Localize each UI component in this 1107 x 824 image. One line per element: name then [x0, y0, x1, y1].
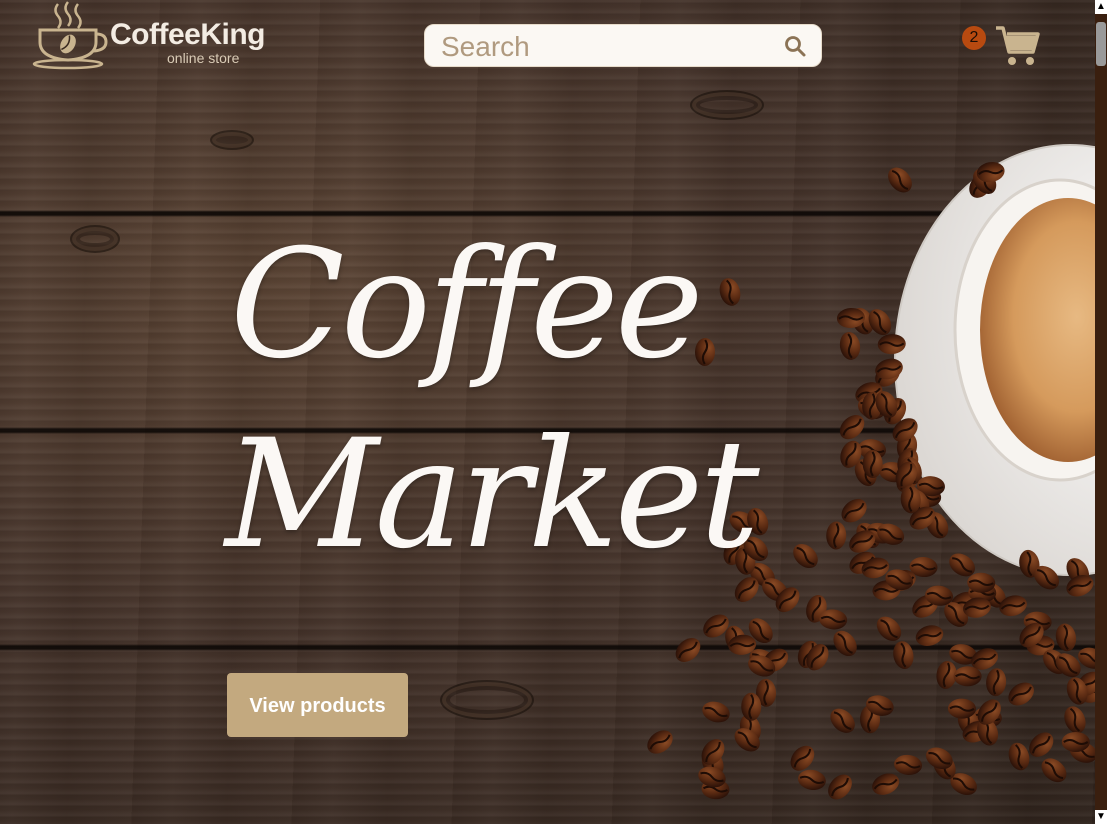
wood-knot	[440, 680, 534, 720]
logo[interactable]: CoffeeKing online store	[32, 0, 292, 70]
hero-title-line2: Market	[225, 408, 760, 582]
search-input[interactable]	[439, 29, 773, 65]
scroll-thumb[interactable]	[1096, 22, 1106, 66]
cart[interactable]: 2	[962, 24, 1042, 68]
view-products-button[interactable]: View products	[227, 673, 408, 737]
coffee-cup-logo-icon	[32, 1, 108, 70]
brand-name: CoffeeKing	[110, 18, 266, 51]
scroll-up-arrow-icon[interactable]: ▲	[1095, 0, 1107, 14]
hero-title-line1: Coffee	[230, 218, 704, 392]
brand-tagline: online store	[167, 50, 240, 66]
cart-count-badge: 2	[962, 26, 986, 50]
vertical-scrollbar[interactable]: ▲ ▼	[1095, 0, 1107, 824]
scroll-down-arrow-icon[interactable]: ▼	[1095, 810, 1107, 824]
search-icon[interactable]	[783, 34, 807, 58]
wood-knot	[210, 130, 254, 150]
shopping-cart-icon[interactable]	[994, 24, 1040, 68]
wood-knot	[690, 90, 764, 120]
search-bar	[424, 24, 822, 67]
wood-knot	[70, 225, 120, 253]
